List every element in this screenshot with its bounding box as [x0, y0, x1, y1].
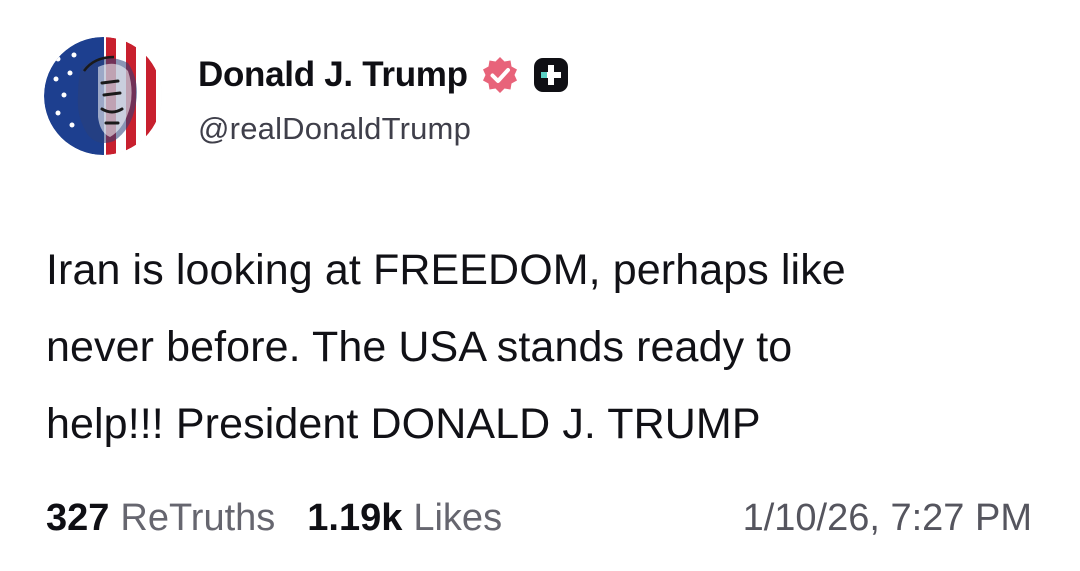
verified-badge-icon — [480, 55, 520, 95]
likes-count: 1.19k — [307, 496, 403, 539]
avatar[interactable] — [44, 37, 162, 155]
post-card[interactable]: Donald J. Trump @realDonaldTrump Iran is… — [0, 0, 1080, 571]
display-name[interactable]: Donald J. Trump — [198, 55, 468, 95]
post-text-line: never before. The USA stands ready to — [46, 323, 793, 371]
retruths-stat[interactable]: 327 ReTruths — [46, 497, 275, 540]
truth-plus-icon — [533, 58, 568, 92]
author-handle[interactable]: @realDonaldTrump — [198, 111, 568, 147]
name-row: Donald J. Trump — [198, 45, 568, 105]
post-text-line: Iran is looking at FREEDOM, perhaps like — [46, 246, 846, 294]
retruths-count: 327 — [46, 496, 110, 539]
post-header: Donald J. Trump @realDonaldTrump — [44, 36, 568, 156]
post-body: Iran is looking at FREEDOM, perhaps like… — [46, 232, 1036, 463]
post-text-line: help!!! President DONALD J. TRUMP — [46, 400, 761, 448]
post-stats: 327 ReTruths 1.19k Likes 1/10/26, 7:27 P… — [46, 490, 1036, 546]
retruths-label: ReTruths — [120, 496, 276, 539]
post-timestamp[interactable]: 1/10/26, 7:27 PM — [743, 497, 1032, 540]
likes-stat[interactable]: 1.19k Likes — [307, 497, 502, 540]
flag-portrait-avatar-icon — [44, 37, 162, 155]
author-identity: Donald J. Trump @realDonaldTrump — [198, 45, 568, 147]
likes-label: Likes — [413, 496, 503, 539]
